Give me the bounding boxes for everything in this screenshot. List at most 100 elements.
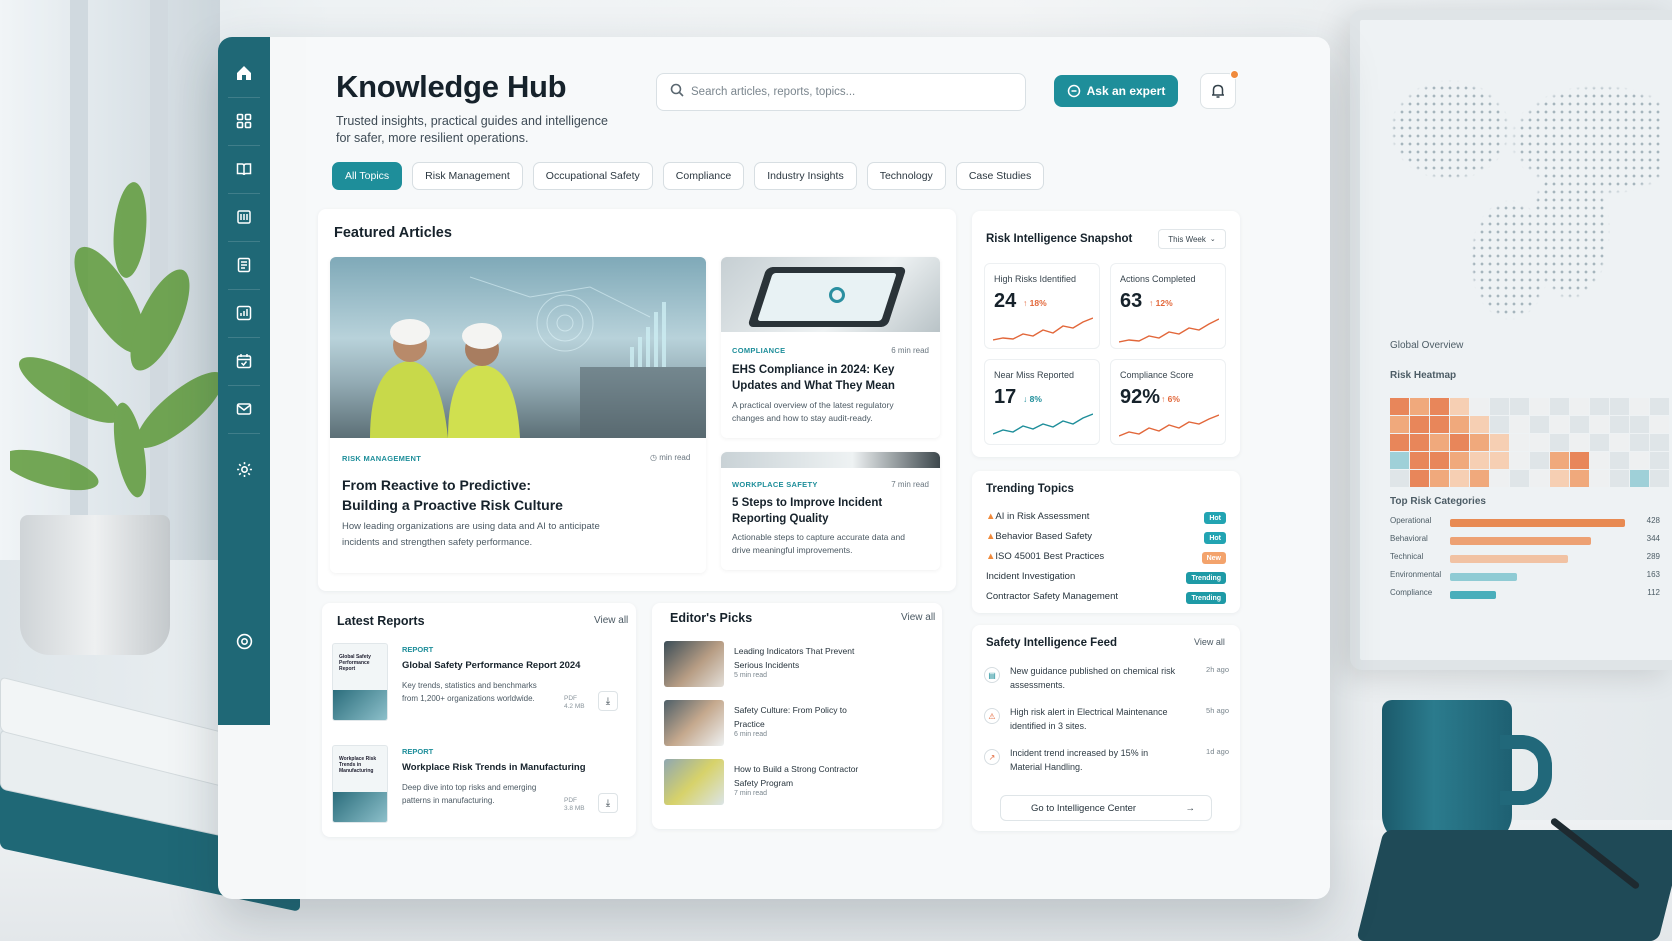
topic-chip-all-topics[interactable]: All Topics — [332, 162, 403, 190]
kpi-value: 63 — [1120, 290, 1143, 312]
trend-badge: Hot — [1204, 532, 1226, 544]
picks-view-all-link[interactable]: View all — [901, 612, 935, 623]
report-tag: REPORT — [402, 747, 434, 756]
world-map — [1390, 60, 1660, 320]
heatmap-cell — [1490, 434, 1509, 451]
feed-item[interactable]: ⚠ High risk alert in Electrical Maintenan… — [984, 706, 1229, 740]
risk-category-value: 428 — [1646, 516, 1660, 525]
heatmap-cell — [1650, 452, 1669, 469]
trending-topic-item[interactable]: Incident Investigation Trending — [986, 571, 1226, 587]
topic-chip-technology[interactable]: Technology — [866, 162, 946, 190]
kpi-card[interactable]: Actions Completed 63 ↑ 12% — [1110, 263, 1226, 349]
library-icon[interactable] — [232, 205, 256, 229]
search-bar[interactable] — [656, 73, 1026, 111]
report-item[interactable]: Workplace Risk Trends in Manufacturing RE… — [332, 745, 622, 835]
report-item[interactable]: Global Safety Performance Report REPORT Gl… — [332, 643, 622, 733]
heatmap-cell — [1430, 416, 1449, 433]
gear-icon[interactable] — [232, 457, 256, 481]
sidebar-divider — [228, 97, 260, 98]
kpi-card[interactable]: Near Miss Reported 17 ↓ 8% — [984, 359, 1100, 445]
download-icon[interactable]: ⤓ — [598, 691, 618, 711]
topic-chip-compliance[interactable]: Compliance — [662, 162, 745, 190]
trending-topic-label: AI in Risk Assessment — [995, 511, 1090, 522]
flame-icon: ▲ — [986, 531, 996, 542]
heatmap-cell — [1590, 416, 1609, 433]
editors-pick-item[interactable]: Safety Culture: From Policy to Practice 6… — [664, 700, 924, 750]
heatmap-cell — [1590, 434, 1609, 451]
trending-topic-item[interactable]: ▲AI in Risk Assessment Hot — [986, 511, 1226, 527]
heatmap-cell — [1550, 434, 1569, 451]
heatmap-cell — [1510, 416, 1529, 433]
risk-category-bar — [1450, 573, 1517, 581]
heatmap-cell — [1630, 452, 1649, 469]
featured-article-workplace-safety[interactable]: WORKPLACE SAFETY 7 min read 5 Steps to I… — [721, 452, 940, 570]
topic-chip-risk-management[interactable]: Risk Management — [412, 162, 523, 190]
topic-chip-case-studies[interactable]: Case Studies — [955, 162, 1045, 190]
kpi-change-value: 8% — [1029, 394, 1042, 404]
search-icon — [670, 83, 684, 101]
trending-topics-title: Trending Topics — [986, 483, 1074, 495]
support-icon[interactable] — [232, 629, 256, 653]
document-icon[interactable] — [232, 253, 256, 277]
ask-expert-button[interactable]: Ask an expert — [1054, 75, 1178, 107]
kpi-label: Compliance Score — [1120, 370, 1194, 380]
featured-article-main[interactable]: RISK MANAGEMENT ◷ min read From Reactive… — [330, 257, 706, 573]
page-title: Knowledge Hub — [336, 69, 567, 104]
editors-picks-panel: Editor's Picks View all Leading Indicato… — [652, 603, 942, 829]
report-cover: Workplace Risk Trends in Manufacturing — [332, 745, 388, 823]
editors-pick-item[interactable]: Leading Indicators That Prevent Serious … — [664, 641, 924, 691]
heatmap-cell — [1530, 452, 1549, 469]
period-dropdown[interactable]: This Week ⌄ — [1158, 229, 1226, 249]
mail-icon[interactable] — [232, 397, 256, 421]
article-title: From Reactive to Predictive: Building a … — [342, 475, 563, 515]
sidebar — [218, 37, 270, 725]
article-tag: RISK MANAGEMENT — [342, 454, 422, 463]
report-tag: REPORT — [402, 645, 434, 654]
reports-view-all-link[interactable]: View all — [594, 615, 628, 626]
trend-badge: New — [1201, 552, 1226, 564]
heatmap-cell — [1530, 398, 1549, 415]
heatmap-cell — [1510, 452, 1529, 469]
intelligence-center-button[interactable]: Go to Intelligence Center → — [1000, 795, 1212, 821]
trending-topic-item[interactable]: ▲ISO 45001 Best Practices New — [986, 551, 1226, 567]
kpi-card[interactable]: Compliance Score 92% ↑ 6% — [1110, 359, 1226, 445]
calendar-icon[interactable] — [232, 349, 256, 373]
kpi-card[interactable]: High Risks Identified 24 ↑ 18% — [984, 263, 1100, 349]
bell-icon — [1212, 84, 1224, 98]
heatmap-cell — [1390, 434, 1409, 451]
topic-chip-occupational-safety[interactable]: Occupational Safety — [532, 162, 653, 190]
report-size: 4.2 MB — [564, 703, 585, 710]
heatmap-cell — [1450, 470, 1469, 487]
article-title: 5 Steps to Improve Incident Reporting Qu… — [732, 497, 883, 525]
report-format: PDF — [564, 695, 577, 702]
pick-read-time: 7 min read — [734, 790, 768, 797]
dashboard-icon[interactable] — [232, 109, 256, 133]
editors-pick-item[interactable]: How to Build a Strong Contractor Safety … — [664, 759, 924, 809]
featured-article-compliance[interactable]: COMPLIANCE 6 min read EHS Compliance in … — [721, 257, 940, 438]
topic-chip-industry-insights[interactable]: Industry Insights — [754, 162, 857, 190]
notifications-button[interactable] — [1200, 70, 1239, 109]
heatmap-cell — [1630, 416, 1649, 433]
feed-view-all-link[interactable]: View all — [1194, 637, 1225, 647]
analytics-icon[interactable] — [232, 301, 256, 325]
book-open-icon[interactable] — [232, 157, 256, 181]
risk-category-name: Environmental — [1390, 570, 1442, 579]
risk-category-name: Compliance — [1390, 588, 1433, 597]
report-description: Deep dive into top risks and emerging pa… — [402, 783, 537, 805]
heatmap-cell — [1490, 452, 1509, 469]
search-input[interactable] — [691, 74, 1011, 110]
feed-time: 2h ago — [1206, 665, 1229, 674]
report-format: PDF — [564, 797, 577, 804]
download-icon[interactable]: ⤓ — [598, 793, 618, 813]
safety-feed-panel: Safety Intelligence Feed View all ▤ New g… — [972, 625, 1240, 831]
report-size: 3.8 MB — [564, 805, 585, 812]
heatmap-cell — [1430, 434, 1449, 451]
heatmap-cell — [1490, 416, 1509, 433]
main-content: Knowledge Hub Trusted insights, practica… — [306, 37, 1330, 899]
home-icon[interactable] — [232, 61, 256, 85]
trending-topic-item[interactable]: Contractor Safety Management Trending — [986, 591, 1226, 607]
feed-item[interactable]: ↗ Incident trend increased by 15% in Mate… — [984, 747, 1229, 781]
document-icon: ▤ — [984, 667, 1000, 683]
trending-topic-item[interactable]: ▲Behavior Based Safety Hot — [986, 531, 1226, 547]
feed-item[interactable]: ▤ New guidance published on chemical risk… — [984, 665, 1229, 699]
